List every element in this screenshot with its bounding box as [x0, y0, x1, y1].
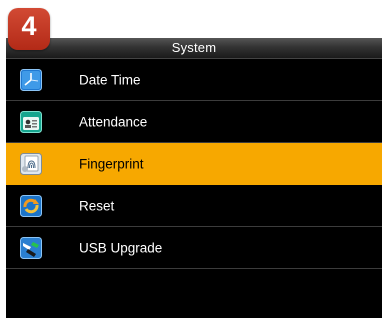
- step-number: 4: [21, 11, 37, 41]
- menu-item-label: Attendance: [79, 114, 148, 129]
- menu-item-label: USB Upgrade: [79, 240, 163, 255]
- menu-item-reset[interactable]: Reset: [6, 185, 382, 227]
- menu-item-fingerprint[interactable]: Fingerprint: [6, 143, 382, 185]
- menu-item-label: Fingerprint: [79, 156, 144, 172]
- page-title: System: [171, 40, 217, 55]
- attendance-icon: [20, 110, 42, 133]
- device-screen: System Date Time Attendance Fingerprint …: [6, 38, 382, 318]
- menu-item-usb-upgrade[interactable]: USB Upgrade: [6, 227, 382, 269]
- menu-item-label: Reset: [79, 198, 115, 213]
- menu-item-attendance[interactable]: Attendance: [6, 101, 382, 143]
- step-number-badge: 4: [8, 8, 50, 50]
- reset-icon: [20, 194, 42, 217]
- fingerprint-icon: [20, 153, 42, 175]
- usb-upgrade-icon: [20, 236, 42, 259]
- menu-item-label: Date Time: [79, 72, 141, 87]
- title-bar: System: [6, 38, 382, 59]
- clock-icon: [20, 68, 42, 91]
- menu-item-date-time[interactable]: Date Time: [6, 59, 382, 101]
